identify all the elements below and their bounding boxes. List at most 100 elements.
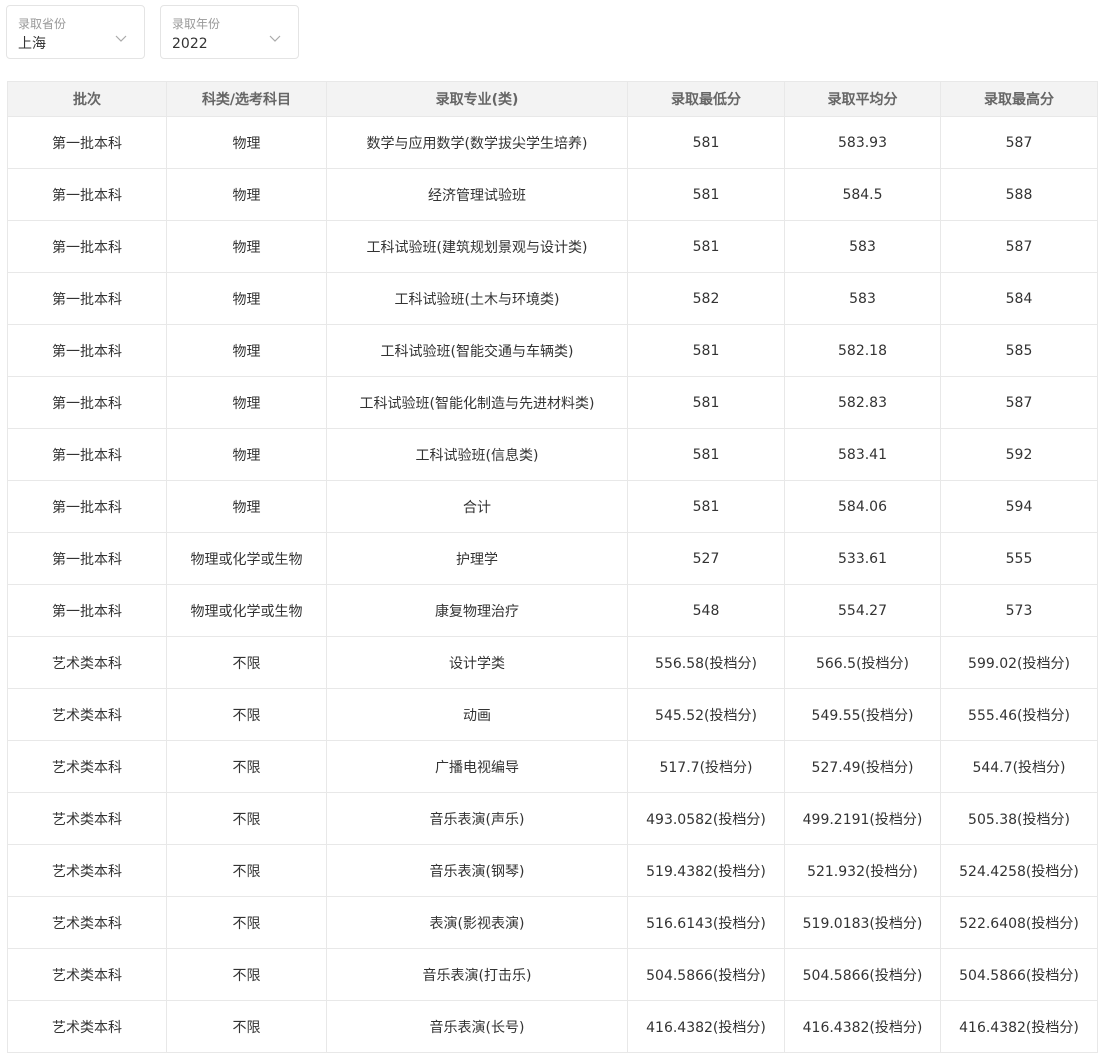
header-min-score: 录取最低分	[627, 81, 785, 117]
cell-max-score: 524.4258(投档分)	[940, 844, 1098, 897]
cell-min-score: 581	[627, 376, 785, 429]
cell-avg-score: 584.5	[784, 168, 941, 221]
table-row: 艺术类本科 不限 音乐表演(钢琴) 519.4382(投档分) 521.932(投档分)…	[7, 844, 1098, 897]
cell-max-score: 588	[940, 168, 1098, 221]
table-row: 艺术类本科 不限 音乐表演(打击乐) 504.5866(投档分) 504.5866(投档…	[7, 948, 1098, 1001]
cell-major: 合计	[326, 480, 628, 533]
cell-batch: 艺术类本科	[7, 948, 167, 1001]
cell-batch: 艺术类本科	[7, 792, 167, 845]
table-row: 艺术类本科 不限 音乐表演(声乐) 493.0582(投档分) 499.2191(投档分…	[7, 792, 1098, 845]
cell-max-score: 505.38(投档分)	[940, 792, 1098, 845]
cell-max-score: 555.46(投档分)	[940, 688, 1098, 741]
cell-subject: 不限	[166, 896, 327, 949]
cell-batch: 第一批本科	[7, 272, 167, 325]
year-select-label: 录取年份	[172, 17, 221, 31]
table-row: 第一批本科 物理 工科试验班(土木与环境类) 582 583 584	[7, 272, 1098, 325]
cell-batch: 艺术类本科	[7, 636, 167, 689]
cell-batch: 第一批本科	[7, 324, 167, 377]
cell-subject: 不限	[166, 688, 327, 741]
cell-min-score: 556.58(投档分)	[627, 636, 785, 689]
cell-batch: 艺术类本科	[7, 844, 167, 897]
cell-min-score: 581	[627, 116, 785, 169]
cell-avg-score: 583	[784, 272, 941, 325]
cell-avg-score: 566.5(投档分)	[784, 636, 941, 689]
cell-major: 工科试验班(建筑规划景观与设计类)	[326, 220, 628, 273]
header-avg-score: 录取平均分	[784, 81, 941, 117]
cell-major: 表演(影视表演)	[326, 896, 628, 949]
cell-subject: 物理	[166, 272, 327, 325]
cell-min-score: 581	[627, 168, 785, 221]
cell-major: 动画	[326, 688, 628, 741]
cell-max-score: 573	[940, 584, 1098, 637]
table-row: 第一批本科 物理 工科试验班(智能化制造与先进材料类) 581 582.83 587	[7, 376, 1098, 429]
cell-min-score: 582	[627, 272, 785, 325]
cell-batch: 第一批本科	[7, 168, 167, 221]
cell-max-score: 587	[940, 376, 1098, 429]
cell-major: 音乐表演(钢琴)	[326, 844, 628, 897]
table-row: 第一批本科 物理或化学或生物 康复物理治疗 548 554.27 573	[7, 584, 1098, 637]
table-row: 艺术类本科 不限 音乐表演(长号) 416.4382(投档分) 416.4382(投档分…	[7, 1000, 1098, 1053]
cell-min-score: 581	[627, 220, 785, 273]
cell-min-score: 581	[627, 480, 785, 533]
table-row: 第一批本科 物理 数学与应用数学(数学拔尖学生培养) 581 583.93 587	[7, 116, 1098, 169]
cell-major: 音乐表演(长号)	[326, 1000, 628, 1053]
cell-max-score: 587	[940, 116, 1098, 169]
cell-major: 护理学	[326, 532, 628, 585]
chevron-down-icon	[115, 35, 127, 42]
table-row: 第一批本科 物理或化学或生物 护理学 527 533.61 555	[7, 532, 1098, 585]
cell-batch: 艺术类本科	[7, 688, 167, 741]
cell-subject: 不限	[166, 792, 327, 845]
cell-avg-score: 519.0183(投档分)	[784, 896, 941, 949]
table-row: 第一批本科 物理 工科试验班(信息类) 581 583.41 592	[7, 428, 1098, 481]
cell-max-score: 587	[940, 220, 1098, 273]
chevron-down-icon	[269, 35, 281, 42]
cell-major: 音乐表演(声乐)	[326, 792, 628, 845]
cell-subject: 物理	[166, 220, 327, 273]
cell-subject: 物理	[166, 324, 327, 377]
cell-major: 工科试验班(智能交通与车辆类)	[326, 324, 628, 377]
table-body: 第一批本科 物理 数学与应用数学(数学拔尖学生培养) 581 583.93 587 第一批本…	[7, 116, 1098, 1053]
table-row: 第一批本科 物理 合计 581 584.06 594	[7, 480, 1098, 533]
table-row: 艺术类本科 不限 广播电视编导 517.7(投档分) 527.49(投档分) 544.7(…	[7, 740, 1098, 793]
province-select[interactable]: 录取省份 上海	[6, 5, 145, 59]
cell-min-score: 545.52(投档分)	[627, 688, 785, 741]
cell-max-score: 585	[940, 324, 1098, 377]
cell-avg-score: 582.83	[784, 376, 941, 429]
cell-subject: 物理	[166, 480, 327, 533]
admission-score-table: 批次 科类/选考科目 录取专业(类) 录取最低分 录取平均分 录取最高分 第一批…	[7, 81, 1098, 1053]
cell-batch: 第一批本科	[7, 584, 167, 637]
cell-major: 设计学类	[326, 636, 628, 689]
header-batch: 批次	[7, 81, 167, 117]
cell-avg-score: 527.49(投档分)	[784, 740, 941, 793]
cell-min-score: 516.6143(投档分)	[627, 896, 785, 949]
cell-batch: 艺术类本科	[7, 740, 167, 793]
cell-max-score: 592	[940, 428, 1098, 481]
cell-avg-score: 499.2191(投档分)	[784, 792, 941, 845]
cell-subject: 不限	[166, 740, 327, 793]
cell-batch: 第一批本科	[7, 532, 167, 585]
cell-max-score: 594	[940, 480, 1098, 533]
cell-avg-score: 521.932(投档分)	[784, 844, 941, 897]
cell-min-score: 519.4382(投档分)	[627, 844, 785, 897]
cell-avg-score: 583.93	[784, 116, 941, 169]
cell-batch: 第一批本科	[7, 376, 167, 429]
table-row: 艺术类本科 不限 表演(影视表演) 516.6143(投档分) 519.0183(投档分…	[7, 896, 1098, 949]
cell-avg-score: 583	[784, 220, 941, 273]
cell-batch: 第一批本科	[7, 220, 167, 273]
cell-subject: 物理或化学或生物	[166, 584, 327, 637]
year-select[interactable]: 录取年份 2022	[160, 5, 299, 59]
cell-batch: 艺术类本科	[7, 1000, 167, 1053]
cell-min-score: 548	[627, 584, 785, 637]
cell-subject: 物理或化学或生物	[166, 532, 327, 585]
cell-avg-score: 554.27	[784, 584, 941, 637]
cell-max-score: 584	[940, 272, 1098, 325]
cell-major: 工科试验班(土木与环境类)	[326, 272, 628, 325]
cell-batch: 艺术类本科	[7, 896, 167, 949]
cell-avg-score: 549.55(投档分)	[784, 688, 941, 741]
cell-major: 数学与应用数学(数学拔尖学生培养)	[326, 116, 628, 169]
cell-max-score: 504.5866(投档分)	[940, 948, 1098, 1001]
cell-subject: 不限	[166, 948, 327, 1001]
cell-subject: 不限	[166, 844, 327, 897]
cell-max-score: 522.6408(投档分)	[940, 896, 1098, 949]
cell-major: 音乐表演(打击乐)	[326, 948, 628, 1001]
